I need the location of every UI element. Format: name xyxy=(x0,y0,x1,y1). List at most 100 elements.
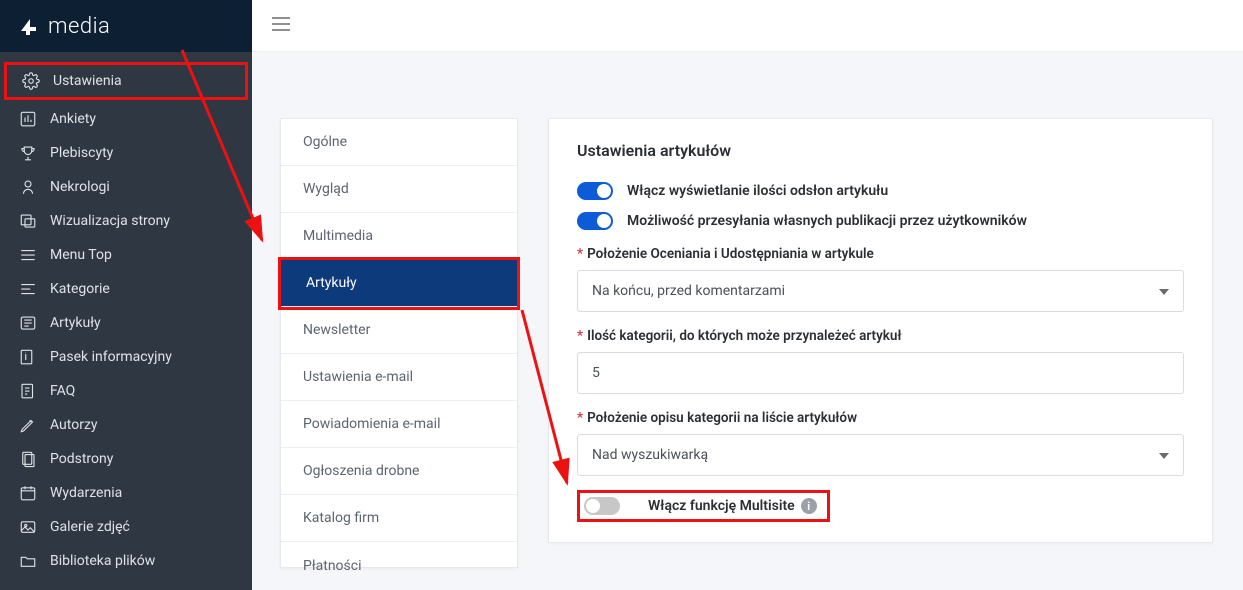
subnav-item-ogolne[interactable]: Ogólne xyxy=(281,119,517,166)
sidebar-item-label: Artykuły xyxy=(50,315,101,331)
subnav-item-ustawienia-email[interactable]: Ustawienia e-mail xyxy=(281,354,517,401)
sidebar-item-label: Autorzy xyxy=(50,417,98,433)
select-value: Nad wyszukiwarką xyxy=(592,447,708,463)
sidebar-item-artykuly[interactable]: Artykuły xyxy=(0,306,252,340)
subnav-item-wyglad[interactable]: Wygląd xyxy=(281,166,517,213)
subnav-label: Katalog firm xyxy=(303,510,379,526)
brand-logo: media xyxy=(0,0,252,52)
sidebar-item-podstrony[interactable]: Podstrony xyxy=(0,442,252,476)
field-label: *Położenie opisu kategorii na liście art… xyxy=(577,410,1184,426)
subnav-item-newsletter[interactable]: Newsletter xyxy=(281,307,517,354)
sidebar: media Ustawienia Ankiety Plebiscyty Nekr… xyxy=(0,0,252,590)
faq-icon xyxy=(18,381,38,401)
subnav-label: Artykuły xyxy=(306,275,357,291)
sidebar-item-ustawienia[interactable]: Ustawienia xyxy=(7,65,245,97)
sidebar-item-menu-top[interactable]: Menu Top xyxy=(0,238,252,272)
brand-text: media xyxy=(48,14,110,39)
label-text: Położenie opisu kategorii na liście arty… xyxy=(587,410,857,426)
sidebar-item-kategorie[interactable]: Kategorie xyxy=(0,272,252,306)
toggle-publications[interactable] xyxy=(577,212,613,230)
sidebar-item-label: Kategorie xyxy=(50,281,110,297)
news-icon xyxy=(18,313,38,333)
sidebar-item-biblioteka[interactable]: Biblioteka plików xyxy=(0,544,252,578)
sidebar-item-pasek[interactable]: Pasek informacyjny xyxy=(0,340,252,374)
settings-subnav: Ogólne Wygląd Multimedia Artykuły Newsle… xyxy=(280,118,518,568)
info-icon[interactable]: i xyxy=(801,498,817,514)
sidebar-nav: Ustawienia Ankiety Plebiscyty Nekrologi … xyxy=(0,52,252,578)
select-desc-position[interactable]: Nad wyszukiwarką xyxy=(577,434,1184,476)
subnav-label: Newsletter xyxy=(303,322,370,338)
sidebar-item-ankiety[interactable]: Ankiety xyxy=(0,102,252,136)
nekrologi-icon xyxy=(18,177,38,197)
subnav-item-katalog[interactable]: Katalog firm xyxy=(281,495,517,542)
trophy-icon xyxy=(18,143,38,163)
sidebar-item-label: Ankiety xyxy=(50,111,96,127)
subnav-item-ogloszenia[interactable]: Ogłoszenia drobne xyxy=(281,448,517,495)
toggle-views[interactable] xyxy=(577,182,613,200)
field-label: *Położenie Oceniania i Udostępniania w a… xyxy=(577,246,1184,262)
sidebar-item-label: Galerie zdjęć xyxy=(50,519,130,535)
subnav-label: Multimedia xyxy=(303,228,373,244)
toggle-multisite[interactable] xyxy=(584,497,620,515)
brand-icon xyxy=(18,15,40,37)
input-value: 5 xyxy=(592,365,600,381)
highlight-multisite: Włącz funkcję Multisite i xyxy=(577,490,830,522)
subnav-item-multimedia[interactable]: Multimedia xyxy=(281,213,517,260)
toggle-label: Możliwość przesyłania własnych publikacj… xyxy=(627,213,1027,229)
subnav-label: Płatności xyxy=(303,558,362,574)
subnav-label: Ustawienia e-mail xyxy=(303,369,413,385)
sidebar-item-autorzy[interactable]: Autorzy xyxy=(0,408,252,442)
subnav-label: Powiadomienia e-mail xyxy=(303,416,440,432)
layout-icon xyxy=(18,211,38,231)
sidebar-item-label: Pasek informacyjny xyxy=(50,349,172,365)
sidebar-item-plebiscyty[interactable]: Plebiscyty xyxy=(0,136,252,170)
sidebar-item-label: Podstrony xyxy=(50,451,113,467)
sidebar-item-faq[interactable]: FAQ xyxy=(0,374,252,408)
subnav-label: Ogólne xyxy=(303,134,347,150)
content-wrap: Ogólne Wygląd Multimedia Artykuły Newsle… xyxy=(280,118,1213,590)
toggle-row-views: Włącz wyświetlanie ilości odsłon artykuł… xyxy=(577,182,1184,200)
sidebar-item-galerie[interactable]: Galerie zdjęć xyxy=(0,510,252,544)
sidebar-item-label: Wizualizacja strony xyxy=(50,213,170,229)
sidebar-item-label: Biblioteka plików xyxy=(50,553,155,569)
main-area: Ogólne Wygląd Multimedia Artykuły Newsle… xyxy=(252,0,1243,590)
sidebar-item-label: Wydarzenia xyxy=(50,485,122,501)
chevron-down-icon xyxy=(1159,283,1169,299)
sidebar-item-label: Nekrologi xyxy=(50,179,110,195)
field-label: *Ilość kategorii, do których może przyna… xyxy=(577,328,1184,344)
sidebar-item-wydarzenia[interactable]: Wydarzenia xyxy=(0,476,252,510)
chevron-down-icon xyxy=(1159,447,1169,463)
subnav-item-powiadomienia[interactable]: Powiadomienia e-mail xyxy=(281,401,517,448)
field-desc-position: *Położenie opisu kategorii na liście art… xyxy=(577,410,1184,476)
toggle-label: Włącz wyświetlanie ilości odsłon artykuł… xyxy=(627,183,888,199)
toggle-row-publications: Możliwość przesyłania własnych publikacj… xyxy=(577,212,1184,230)
sidebar-item-label: Plebiscyty xyxy=(50,145,113,161)
select-value: Na końcu, przed komentarzami xyxy=(592,283,785,299)
input-category-count[interactable]: 5 xyxy=(577,352,1184,394)
sidebar-item-label: FAQ xyxy=(50,383,75,399)
toggle-label: Włącz funkcję Multisite xyxy=(648,498,795,514)
poll-icon xyxy=(18,109,38,129)
highlight-artykuly-subnav: Artykuły xyxy=(278,257,520,310)
calendar-icon xyxy=(18,483,38,503)
sidebar-item-label: Ustawienia xyxy=(53,73,122,89)
sidebar-item-nekrologi[interactable]: Nekrologi xyxy=(0,170,252,204)
pen-icon xyxy=(18,415,38,435)
highlight-ustawienia: Ustawienia xyxy=(4,62,248,100)
subnav-item-platnosci[interactable]: Płatności xyxy=(281,542,517,589)
topbar xyxy=(252,0,1243,52)
sidebar-item-wizualizacja[interactable]: Wizualizacja strony xyxy=(0,204,252,238)
info-bar-icon xyxy=(18,347,38,367)
subnav-label: Ogłoszenia drobne xyxy=(303,463,419,479)
select-rating-position[interactable]: Na końcu, przed komentarzami xyxy=(577,270,1184,312)
panel-title: Ustawienia artykułów xyxy=(577,141,1184,160)
subnav-item-artykuly[interactable]: Artykuły xyxy=(281,260,517,307)
sidebar-item-label: Menu Top xyxy=(50,247,112,263)
hamburger-icon[interactable] xyxy=(272,16,290,35)
field-rating-position: *Położenie Oceniania i Udostępniania w a… xyxy=(577,246,1184,312)
settings-panel: Ustawienia artykułów Włącz wyświetlanie … xyxy=(548,118,1213,543)
pages-icon xyxy=(18,449,38,469)
menu-icon xyxy=(18,245,38,265)
categories-icon xyxy=(18,279,38,299)
folder-icon xyxy=(18,551,38,571)
